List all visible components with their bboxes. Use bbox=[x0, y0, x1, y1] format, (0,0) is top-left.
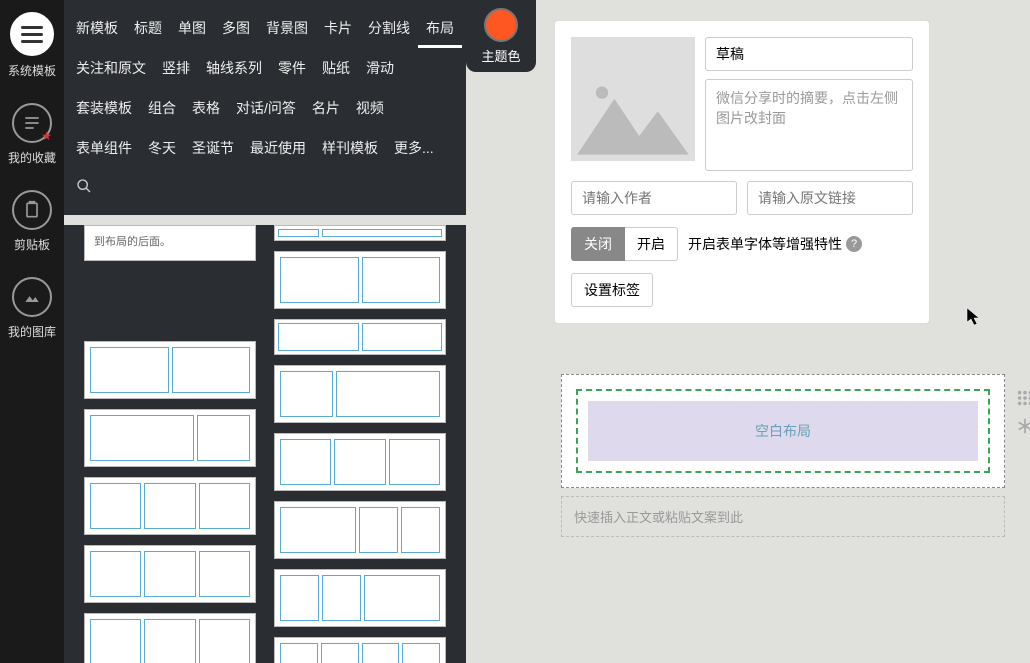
theme-label: 主题色 bbox=[481, 46, 520, 65]
origin-link-input[interactable] bbox=[747, 181, 913, 215]
layout-template[interactable] bbox=[274, 365, 446, 423]
menu-item-轴线系列[interactable]: 轴线系列 bbox=[198, 48, 270, 88]
menu-item-布局[interactable]: 布局 bbox=[418, 8, 462, 48]
menu-item-对话/问答[interactable]: 对话/问答 bbox=[228, 88, 304, 128]
menu-item-样刊模板[interactable]: 样刊模板 bbox=[314, 128, 386, 168]
menu-item-更多...[interactable]: 更多... bbox=[386, 128, 442, 168]
article-meta-card: 微信分享时的摘要，点击左侧图片改封面 关闭 开启 开启表单字体等增强特性 ? 设… bbox=[554, 20, 930, 324]
category-menu: 新模板标题单图多图背景图卡片分割线布局关注和原文竖排轴线系列零件贴纸滑动套装模板… bbox=[64, 0, 466, 215]
template-panel[interactable]: 到布局的后面。 bbox=[64, 225, 466, 663]
asterisk-icon[interactable] bbox=[1016, 417, 1030, 435]
layout-template[interactable] bbox=[274, 433, 446, 491]
menu-item-视频[interactable]: 视频 bbox=[348, 88, 392, 128]
blank-layout-label: 空白布局 bbox=[588, 401, 978, 461]
menu-item-滑动[interactable]: 滑动 bbox=[358, 48, 402, 88]
menu-item-零件[interactable]: 零件 bbox=[270, 48, 314, 88]
insert-text-hint[interactable]: 快速插入正文或粘贴文案到此 bbox=[561, 496, 1005, 537]
set-tags-button[interactable]: 设置标签 bbox=[571, 273, 653, 307]
menu-item-关注和原文[interactable]: 关注和原文 bbox=[68, 48, 154, 88]
summary-input[interactable]: 微信分享时的摘要，点击左侧图片改封面 bbox=[705, 79, 913, 171]
menu-item-卡片[interactable]: 卡片 bbox=[316, 8, 360, 48]
rail-gallery[interactable]: 我的图库 bbox=[0, 265, 64, 352]
rail-favorites[interactable]: ★ 我的收藏 bbox=[0, 91, 64, 178]
search-icon[interactable] bbox=[68, 168, 100, 207]
layout-template[interactable] bbox=[84, 477, 256, 535]
layout-template[interactable] bbox=[274, 225, 446, 241]
menu-item-表单组件[interactable]: 表单组件 bbox=[68, 128, 140, 168]
clipboard-icon bbox=[12, 190, 52, 230]
menu-item-背景图[interactable]: 背景图 bbox=[258, 8, 316, 48]
block-tools bbox=[1016, 389, 1030, 435]
toggle-off-button[interactable]: 关闭 bbox=[571, 227, 625, 261]
toggle-on-button[interactable]: 开启 bbox=[625, 227, 678, 261]
rail-label: 我的收藏 bbox=[8, 149, 56, 166]
editor-area: 微信分享时的摘要，点击左侧图片改封面 关闭 开启 开启表单字体等增强特性 ? 设… bbox=[536, 0, 1030, 663]
layout-template[interactable] bbox=[274, 637, 446, 663]
help-icon[interactable]: ? bbox=[846, 236, 862, 252]
menu-item-多图[interactable]: 多图 bbox=[214, 8, 258, 48]
mountain-icon bbox=[571, 74, 695, 161]
author-input[interactable] bbox=[571, 181, 737, 215]
menu-item-表格[interactable]: 表格 bbox=[184, 88, 228, 128]
list-star-icon: ★ bbox=[12, 103, 52, 143]
rail-label: 系统模板 bbox=[8, 62, 56, 79]
menu-item-竖排[interactable]: 竖排 bbox=[154, 48, 198, 88]
layout-template[interactable] bbox=[274, 501, 446, 559]
rail-label: 剪贴板 bbox=[14, 236, 50, 253]
menu-item-套装模板[interactable]: 套装模板 bbox=[68, 88, 140, 128]
layout-template[interactable] bbox=[84, 613, 256, 663]
menu-item-标题[interactable]: 标题 bbox=[126, 8, 170, 48]
menu-item-组合[interactable]: 组合 bbox=[140, 88, 184, 128]
menu-icon bbox=[10, 12, 54, 56]
rail-label: 我的图库 bbox=[8, 323, 56, 340]
title-input[interactable] bbox=[705, 37, 913, 71]
menu-item-单图[interactable]: 单图 bbox=[170, 8, 214, 48]
menu-item-圣诞节[interactable]: 圣诞节 bbox=[184, 128, 242, 168]
layout-template[interactable] bbox=[274, 569, 446, 627]
layout-template[interactable] bbox=[274, 251, 446, 309]
image-icon bbox=[12, 277, 52, 317]
grid-handle-icon[interactable] bbox=[1016, 389, 1030, 407]
menu-item-冬天[interactable]: 冬天 bbox=[140, 128, 184, 168]
toggle-description: 开启表单字体等增强特性 ? bbox=[688, 234, 862, 254]
layout-template[interactable] bbox=[274, 319, 446, 355]
menu-item-最近使用[interactable]: 最近使用 bbox=[242, 128, 314, 168]
rail-system-templates[interactable]: 系统模板 bbox=[0, 0, 64, 91]
cover-image-placeholder[interactable] bbox=[571, 37, 695, 161]
canvas-selected-block[interactable]: 空白布局 bbox=[561, 374, 1005, 488]
layout-template[interactable] bbox=[84, 545, 256, 603]
theme-color-picker[interactable]: 主题色 bbox=[466, 0, 536, 72]
theme-swatch-icon bbox=[484, 8, 518, 42]
menu-item-名片[interactable]: 名片 bbox=[304, 88, 348, 128]
layout-template[interactable] bbox=[84, 409, 256, 467]
menu-item-分割线[interactable]: 分割线 bbox=[360, 8, 418, 48]
menu-item-新模板[interactable]: 新模板 bbox=[68, 8, 126, 48]
layout-template[interactable] bbox=[84, 341, 256, 399]
layout-template[interactable]: 到布局的后面。 bbox=[84, 225, 256, 261]
left-rail: 系统模板 ★ 我的收藏 剪贴板 我的图库 bbox=[0, 0, 64, 663]
menu-item-贴纸[interactable]: 贴纸 bbox=[314, 48, 358, 88]
rail-clipboard[interactable]: 剪贴板 bbox=[0, 178, 64, 265]
